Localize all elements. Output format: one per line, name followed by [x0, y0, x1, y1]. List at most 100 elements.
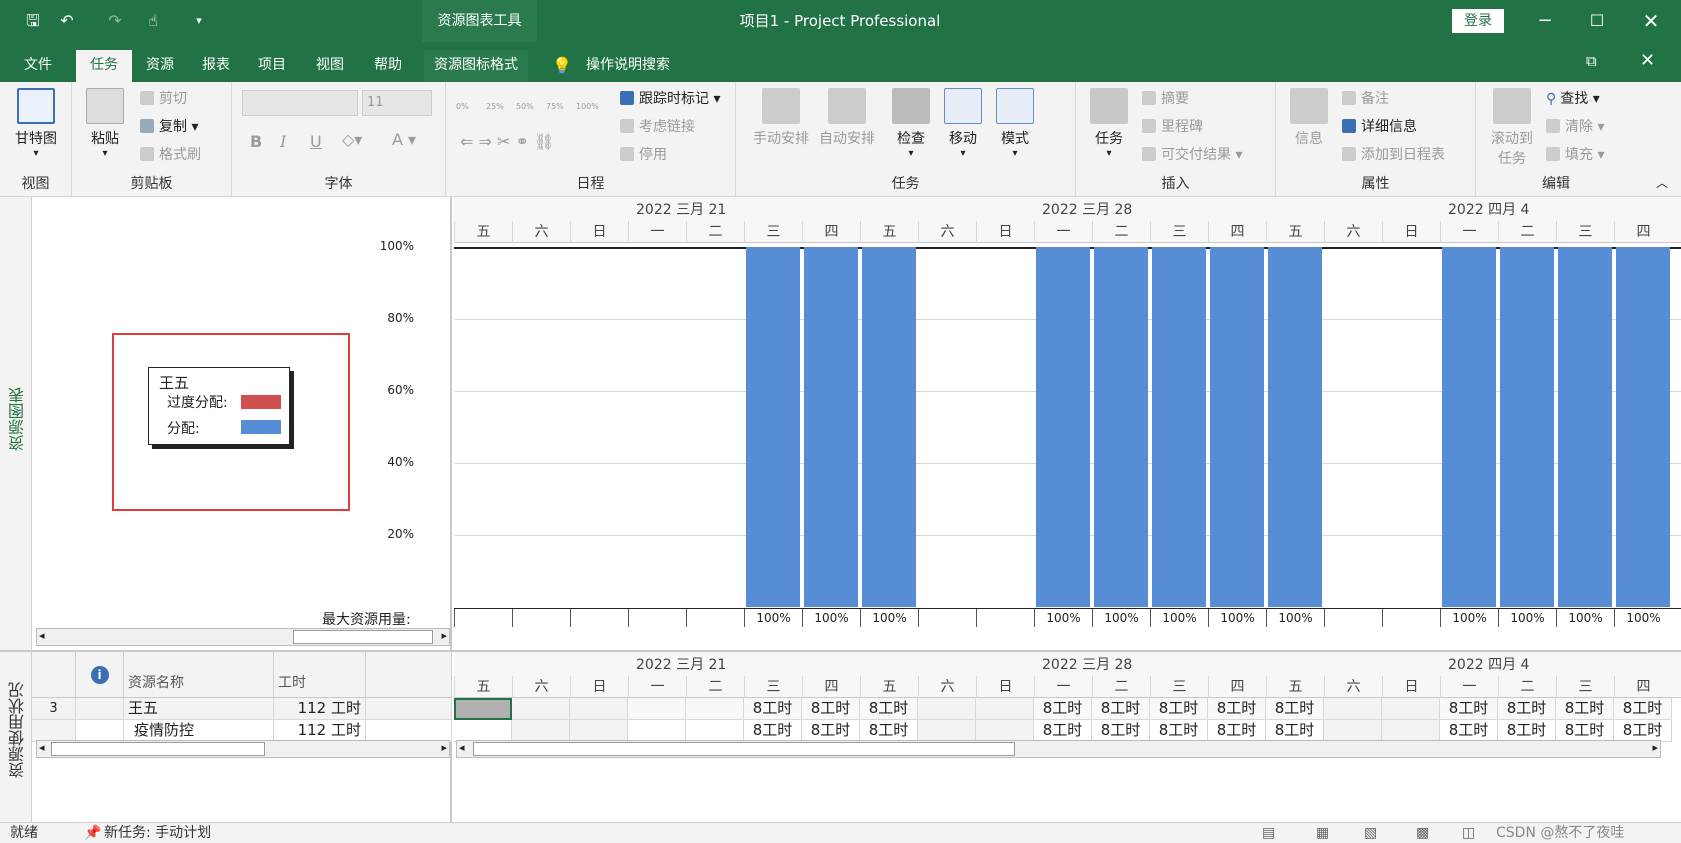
- allocation-bar[interactable]: [1558, 247, 1612, 607]
- allocation-bar[interactable]: [1036, 247, 1090, 607]
- tab-report[interactable]: 报表: [192, 50, 240, 82]
- find-button[interactable]: ⚲ 查找 ▾: [1546, 88, 1600, 110]
- sheet-hscrollbar[interactable]: ◂ ▸: [36, 740, 450, 758]
- deliverable-button[interactable]: 可交付结果 ▾: [1142, 144, 1242, 166]
- usage-cell[interactable]: 8工时: [1498, 698, 1556, 720]
- view-bar-bottom[interactable]: 资源使用状况: [0, 652, 32, 822]
- usage-cell[interactable]: 8工时: [1092, 698, 1150, 720]
- usage-cell[interactable]: [570, 698, 628, 720]
- milestone-button[interactable]: 里程碑: [1142, 116, 1203, 138]
- add-column-header[interactable]: [366, 652, 452, 698]
- resource-name-cell[interactable]: 疫情防控: [124, 720, 274, 742]
- usage-cell[interactable]: [686, 720, 744, 742]
- fill-color-icon[interactable]: ◇▾: [342, 130, 362, 149]
- task-usage-shortcut-icon[interactable]: ▦: [1316, 823, 1329, 843]
- usage-cell[interactable]: 8工时: [1092, 720, 1150, 742]
- inspect-button[interactable]: 检查 ▾: [886, 82, 936, 159]
- usage-cell[interactable]: [918, 720, 976, 742]
- allocation-bar[interactable]: [1268, 247, 1322, 607]
- sheet-scroll-thumb[interactable]: [51, 742, 265, 756]
- resource-usage-grid[interactable]: 2022 三月 21 2022 三月 28 2022 四月 4五六日一二三四五六日一…: [454, 652, 1681, 822]
- resource-sheet-shortcut-icon[interactable]: ▩: [1416, 823, 1429, 843]
- format-painter-button[interactable]: 格式刷: [140, 144, 201, 166]
- usage-hscrollbar[interactable]: ◂ ▸: [456, 740, 1661, 758]
- usage-cell[interactable]: 8工时: [802, 720, 860, 742]
- usage-cell[interactable]: [1324, 698, 1382, 720]
- sheet-scroll-right-icon[interactable]: ▸: [441, 741, 447, 754]
- insert-task-button[interactable]: 任务 ▾: [1084, 82, 1134, 159]
- resource-graph[interactable]: 2022 三月 21 2022 三月 28 2022 四月 4五六日一二三四五六日一…: [454, 197, 1681, 650]
- pct-50-button[interactable]: 50%: [516, 102, 534, 111]
- touch-mode-icon[interactable]: ☝: [142, 10, 164, 32]
- details-button[interactable]: 详细信息: [1342, 116, 1417, 138]
- auto-schedule-button[interactable]: 自动安排: [816, 82, 878, 148]
- view-bar-top[interactable]: 资源图表: [0, 197, 32, 650]
- underline-button[interactable]: U: [310, 132, 322, 151]
- allocation-bar[interactable]: [862, 247, 916, 607]
- usage-cell[interactable]: 8工时: [1498, 720, 1556, 742]
- row-id[interactable]: [32, 720, 76, 742]
- pct-100-button[interactable]: 100%: [576, 102, 599, 111]
- usage-cell[interactable]: [512, 698, 570, 720]
- clear-button[interactable]: 清除 ▾: [1546, 116, 1604, 138]
- pct-75-button[interactable]: 75%: [546, 102, 564, 111]
- usage-cell[interactable]: 8工时: [1150, 720, 1208, 742]
- mode-button[interactable]: 模式 ▾: [990, 82, 1040, 159]
- usage-cell[interactable]: [628, 698, 686, 720]
- usage-cell[interactable]: 8工时: [1208, 720, 1266, 742]
- close-doc-icon[interactable]: ✕: [1640, 50, 1655, 71]
- work-header[interactable]: 工时: [274, 652, 366, 698]
- usage-cell[interactable]: 8工时: [1614, 698, 1672, 720]
- usage-cell[interactable]: [1324, 720, 1382, 742]
- gantt-chart-button[interactable]: 甘特图 ▾: [4, 82, 68, 159]
- usage-cell[interactable]: 8工时: [744, 720, 802, 742]
- team-planner-shortcut-icon[interactable]: ▧: [1364, 823, 1377, 843]
- usage-scroll-thumb[interactable]: [473, 742, 1015, 756]
- add-timeline-button[interactable]: 添加到日程表: [1342, 144, 1445, 166]
- move-button[interactable]: 移动 ▾: [938, 82, 988, 159]
- notes-button[interactable]: 备注: [1342, 88, 1389, 110]
- allocation-bar[interactable]: [1210, 247, 1264, 607]
- work-cell[interactable]: 112 工时: [274, 720, 366, 742]
- customize-qat-icon[interactable]: ▾: [188, 10, 210, 32]
- restore-ribbon-icon[interactable]: ⧉: [1586, 52, 1597, 70]
- usage-cell[interactable]: [628, 720, 686, 742]
- tab-project[interactable]: 项目: [248, 50, 296, 82]
- allocation-bar[interactable]: [1616, 247, 1670, 607]
- indicator-cell[interactable]: [76, 720, 124, 742]
- usage-cell[interactable]: 8工时: [1034, 698, 1092, 720]
- usage-cell[interactable]: 8工时: [1556, 720, 1614, 742]
- usage-cell[interactable]: [976, 698, 1034, 720]
- allocation-bar[interactable]: [1152, 247, 1206, 607]
- manual-schedule-button[interactable]: 手动安排: [750, 82, 812, 148]
- font-size-select[interactable]: 11: [362, 90, 432, 116]
- save-icon[interactable]: 🖫: [22, 10, 44, 32]
- italic-button[interactable]: I: [280, 132, 286, 151]
- scroll-left-icon[interactable]: ◂: [39, 629, 45, 642]
- usage-cell[interactable]: 8工时: [1266, 720, 1324, 742]
- usage-cell[interactable]: [1382, 698, 1440, 720]
- tab-help[interactable]: 帮助: [364, 50, 412, 82]
- maximize-icon[interactable]: ☐: [1582, 4, 1612, 38]
- usage-cell[interactable]: 8工时: [1208, 698, 1266, 720]
- empty-cell[interactable]: [366, 720, 452, 742]
- outdent-indent-icons[interactable]: ⇐ ⇒ ✂ ⚭ ⛓: [460, 132, 554, 151]
- mark-on-track-button[interactable]: 跟踪时标记 ▾: [620, 88, 720, 110]
- summary-button[interactable]: 摘要: [1142, 88, 1189, 110]
- fill-button[interactable]: 填充 ▾: [1546, 144, 1604, 166]
- gantt-view-shortcut-icon[interactable]: ▤: [1262, 823, 1275, 843]
- bold-button[interactable]: B: [250, 132, 262, 151]
- usage-scroll-left-icon[interactable]: ◂: [459, 741, 465, 754]
- scroll-right-icon[interactable]: ▸: [441, 629, 447, 642]
- allocation-bar[interactable]: [1442, 247, 1496, 607]
- scroll-to-task-button[interactable]: 滚动到 任务: [1484, 82, 1540, 168]
- usage-cell[interactable]: [512, 720, 570, 742]
- tab-file[interactable]: 文件: [14, 50, 62, 82]
- font-color-icon[interactable]: A ▾: [392, 130, 416, 149]
- sheet-scroll-left-icon[interactable]: ◂: [39, 741, 45, 754]
- tab-resource[interactable]: 资源: [136, 50, 184, 82]
- usage-cell[interactable]: 8工时: [860, 720, 918, 742]
- usage-cell[interactable]: 8工时: [1556, 698, 1614, 720]
- indicator-cell[interactable]: [76, 698, 124, 720]
- usage-cell[interactable]: [686, 698, 744, 720]
